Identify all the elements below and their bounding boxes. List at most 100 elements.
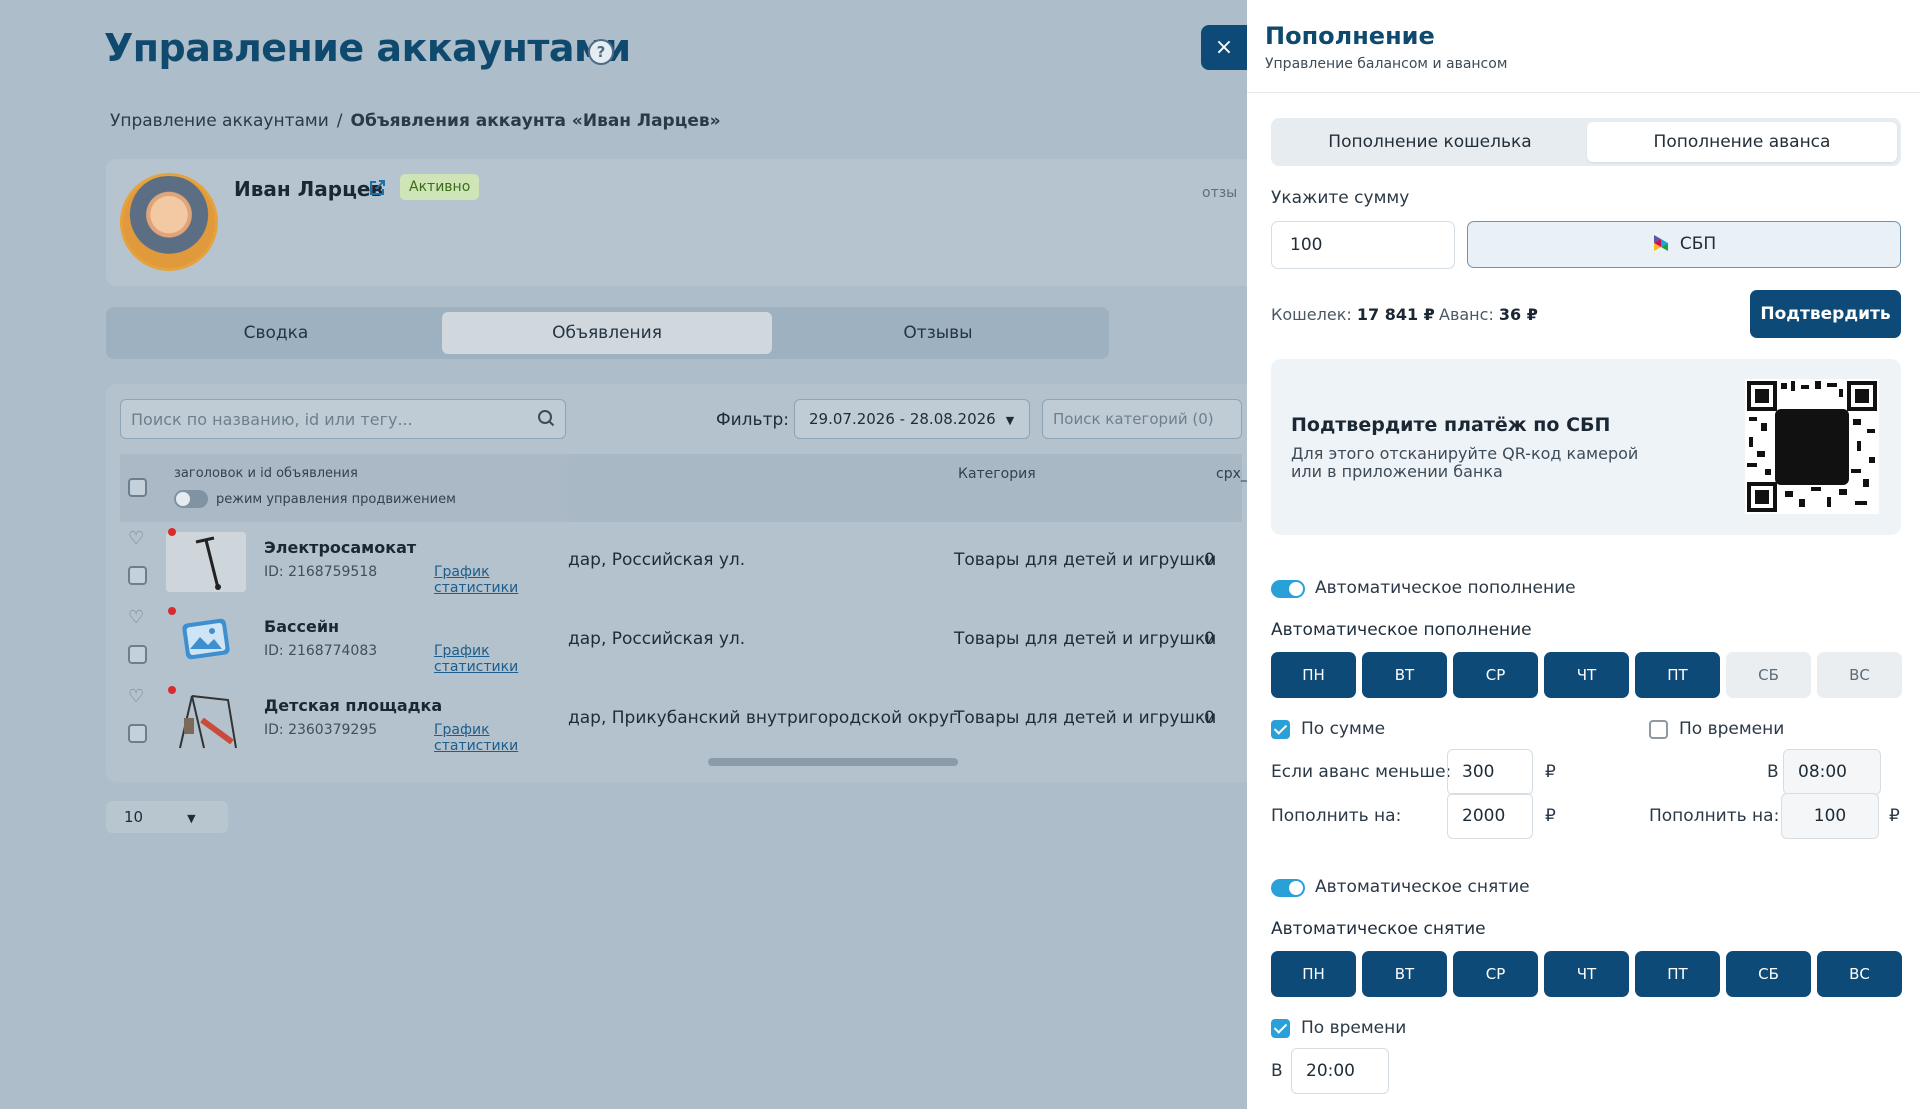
auto-topup-section-title: Автоматическое пополнение [1271,620,1532,640]
ad-title[interactable]: Детская площадка [264,696,442,715]
tab-ads[interactable]: Объявления [442,312,772,354]
day-toggle-thu[interactable]: ЧТ [1544,652,1629,698]
close-drawer-button[interactable]: × [1201,25,1247,70]
sbp-icon [1653,235,1668,251]
table-row[interactable]: ♡ Бассейн ID: 2168774083 График статисти… [120,601,1242,680]
heart-icon[interactable]: ♡ [128,688,148,706]
page-title: Управление аккаунтами [104,26,631,70]
ads-table-card: Фильтр: 29.07.2026 - 28.08.2026 ▼ Поиск к… [106,384,1256,782]
qr-code-icon [1745,379,1879,514]
day-toggle-tue[interactable]: ВТ [1362,951,1447,997]
withdraw-time-input[interactable]: 20:00 [1291,1048,1389,1094]
time-topup-label: Пополнить на: [1649,806,1780,826]
auto-topup-toggle[interactable] [1271,580,1305,598]
select-all-checkbox[interactable] [128,478,147,497]
wallet-value: 17 841 ₽ [1356,305,1435,324]
topup-drawer: Пополнение Управление балансом и авансом… [1247,0,1920,1109]
time-prefix: В [1767,762,1779,782]
filter-label: Фильтр: [716,410,789,430]
day-toggle-sun[interactable]: ВС [1817,652,1902,698]
by-time-label: По времени [1679,719,1785,739]
promotion-mode-toggle[interactable] [174,490,208,508]
search-icon[interactable] [537,409,555,427]
ad-category: Товары для детей и игрушки [954,708,1217,728]
day-toggle-sat[interactable]: СБ [1726,652,1811,698]
row-checkbox[interactable] [128,645,147,664]
topup-by-input[interactable]: 2000 [1447,793,1533,839]
topup-tabs: Пополнение кошелька Пополнение аванса [1271,118,1901,166]
day-toggle-wed[interactable]: СР [1453,652,1538,698]
ad-cpx: 0 [1204,629,1215,649]
heart-icon[interactable]: ♡ [128,609,148,627]
withdraw-by-time-checkbox[interactable] [1271,1019,1290,1038]
if-less-input[interactable]: 300 [1447,749,1533,795]
day-toggle-fri[interactable]: ПТ [1635,652,1720,698]
day-toggle-sat[interactable]: СБ [1726,951,1811,997]
tab-advance-topup[interactable]: Пополнение аванса [1587,122,1897,162]
sbp-button[interactable]: СБП [1467,221,1901,268]
advance-value: 36 ₽ [1498,305,1538,324]
table-row[interactable]: ♡ Детская площадка ID: 2360379295 График… [120,680,1242,759]
ad-title[interactable]: Бассейн [264,617,339,636]
search-box [120,399,566,439]
status-dot [168,686,176,694]
sbp-label: СБП [1679,234,1717,254]
time-topup-input[interactable]: 100 [1781,793,1879,839]
advance-label: Аванс: [1439,305,1494,324]
thumbnail-image [166,532,246,592]
stats-link[interactable]: График статистики [434,564,566,596]
heart-icon[interactable]: ♡ [128,530,148,548]
stats-link[interactable]: График статистики [434,722,566,754]
row-left: ♡ Детская площадка ID: 2360379295 График… [120,680,566,759]
help-icon[interactable]: ? [588,39,614,65]
promotion-mode-label: режим управления продвижением [216,492,456,507]
tab-summary[interactable]: Сводка [111,312,441,354]
horizontal-scrollbar[interactable] [708,758,958,766]
currency-label: ₽ [1889,806,1900,826]
row-checkbox[interactable] [128,566,147,585]
breadcrumb-root[interactable]: Управление аккаунтами [110,111,329,131]
topup-time-input[interactable]: 08:00 [1783,749,1881,795]
reviews-label: отзы [1202,185,1238,201]
table-row[interactable]: ♡ Электросамокат ID: 2168759518 График с… [120,522,1242,601]
external-link-icon[interactable] [368,179,388,199]
ad-id: ID: 2360379295 [264,722,378,738]
amount-label: Укажите сумму [1271,188,1410,208]
per-page-select[interactable]: 10 ▼ [106,801,228,833]
table-header-left: заголовок и id объявления режим управлен… [120,454,566,522]
chevron-down-icon: ▼ [1005,414,1015,427]
by-amount-label: По сумме [1301,719,1386,739]
breadcrumb: Управление аккаунтами / Объявления аккаунт… [110,111,721,131]
tab-wallet-topup[interactable]: Пополнение кошелька [1275,122,1585,162]
by-amount-checkbox[interactable] [1271,720,1290,739]
confirm-button[interactable]: Подтвердить [1750,290,1901,338]
search-input[interactable] [121,400,521,438]
drawer-subtitle: Управление балансом и авансом [1265,56,1508,72]
qr-title: Подтвердите платёж по СБП [1291,414,1611,436]
ad-id: ID: 2168774083 [264,643,378,659]
day-toggle-thu[interactable]: ЧТ [1544,951,1629,997]
ad-id: ID: 2168759518 [264,564,378,580]
day-toggle-fri[interactable]: ПТ [1635,951,1720,997]
tab-reviews[interactable]: Отзывы [773,312,1103,354]
day-toggle-wed[interactable]: СР [1453,951,1538,997]
avatar [120,173,218,271]
category-search[interactable]: Поиск категорий (0) [1042,399,1242,439]
day-toggle-mon[interactable]: ПН [1271,951,1356,997]
auto-withdraw-toggle[interactable] [1271,879,1305,897]
day-toggle-sun[interactable]: ВС [1817,951,1902,997]
ad-category: Товары для детей и игрушки [954,629,1217,649]
date-range-select[interactable]: 29.07.2026 - 28.08.2026 ▼ [794,399,1030,439]
by-time-checkbox[interactable] [1649,720,1668,739]
topup-by-label: Пополнить на: [1271,806,1402,826]
row-checkbox[interactable] [128,724,147,743]
ad-cpx: 0 [1204,708,1215,728]
status-dot [168,528,176,536]
stats-link[interactable]: График статистики [434,643,566,675]
row-left: ♡ Бассейн ID: 2168774083 График статисти… [120,601,566,680]
ad-title[interactable]: Электросамокат [264,538,416,557]
day-toggle-mon[interactable]: ПН [1271,652,1356,698]
amount-input[interactable]: 100 [1271,221,1455,269]
day-toggle-tue[interactable]: ВТ [1362,652,1447,698]
chevron-down-icon: ▼ [187,812,196,825]
